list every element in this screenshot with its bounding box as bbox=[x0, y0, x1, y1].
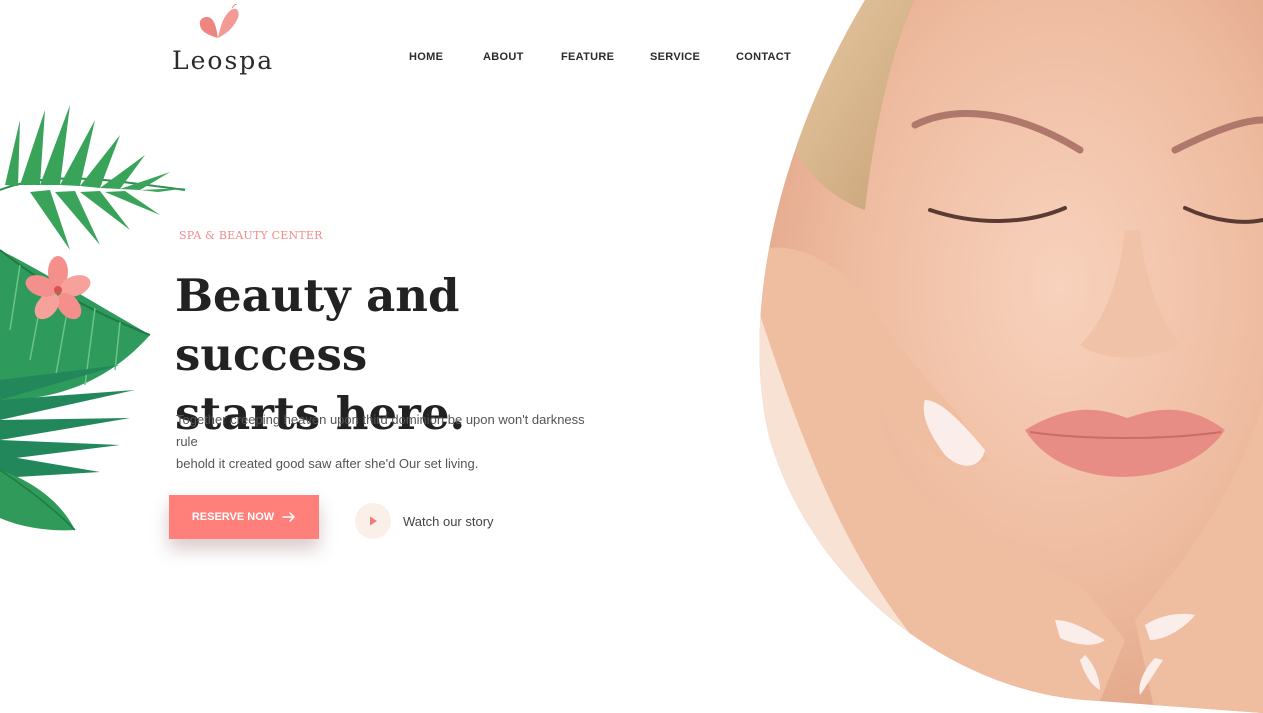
facial-massage-photo bbox=[755, 0, 1263, 713]
hero-description-line-1: Together creeping heaven upon third domi… bbox=[176, 412, 585, 449]
hero-description: Together creeping heaven upon third domi… bbox=[176, 409, 596, 475]
play-icon bbox=[370, 516, 377, 526]
nav-service[interactable]: SERVICE bbox=[650, 51, 700, 63]
butterfly-icon bbox=[199, 4, 239, 38]
nav-about[interactable]: ABOUT bbox=[483, 51, 524, 63]
reserve-now-label: RESERVE NOW bbox=[191, 511, 275, 523]
nav-home[interactable]: HOME bbox=[409, 51, 443, 63]
tropical-leaves-illustration bbox=[0, 105, 188, 531]
reserve-now-button[interactable]: RESERVE NOW bbox=[169, 495, 319, 539]
watch-story-link[interactable]: Watch our story bbox=[355, 503, 494, 539]
hero-title-line-1: Beauty and success bbox=[175, 269, 460, 381]
hero-kicker: SPA & BEAUTY CENTER bbox=[179, 229, 323, 242]
watch-story-label: Watch our story bbox=[403, 513, 494, 529]
play-button[interactable] bbox=[355, 503, 391, 539]
hero-description-line-2: behold it created good saw after she'd O… bbox=[176, 456, 479, 471]
nav-feature[interactable]: FEATURE bbox=[561, 51, 614, 63]
arrow-right-icon bbox=[282, 512, 295, 522]
